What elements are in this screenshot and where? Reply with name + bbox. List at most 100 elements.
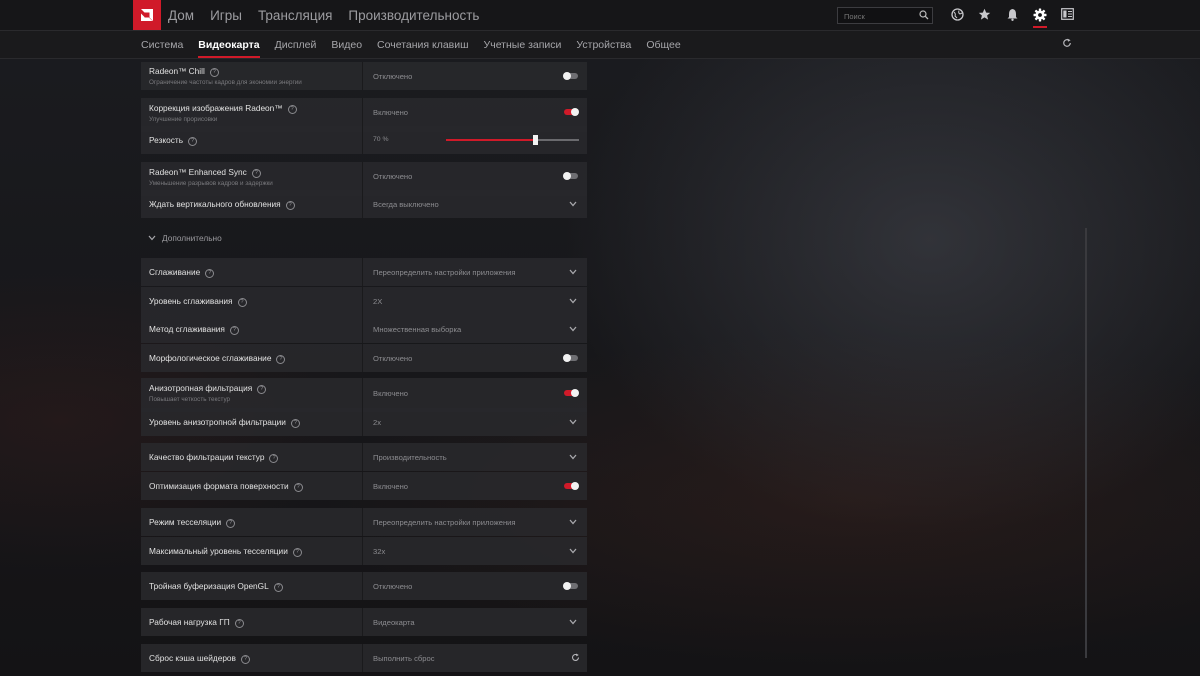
nav-performance[interactable]: Производительность	[348, 8, 479, 23]
help-icon[interactable]: ?	[205, 269, 215, 278]
setting-value[interactable]: Множественная выборка	[373, 325, 461, 334]
help-icon[interactable]: ?	[251, 169, 261, 178]
reset-icon[interactable]	[571, 653, 580, 662]
setting-value[interactable]: 2X	[373, 297, 382, 306]
setting-label: Уровень сглаживания	[149, 296, 233, 306]
enhanced-sync-toggle[interactable]	[563, 172, 578, 180]
setting-row-tessellation-mode[interactable]: Режим тесселяции? Переопределить настрой…	[141, 508, 587, 536]
setting-value[interactable]: Всегда выключено	[373, 200, 439, 209]
help-icon[interactable]: ?	[276, 355, 286, 364]
tab-general[interactable]: Общее	[646, 39, 680, 51]
search-input[interactable]	[842, 9, 916, 24]
setting-row-anisotropic[interactable]: Анизотропная фильтрация? Повышает четкос…	[141, 378, 587, 412]
setting-value: Отключено	[373, 72, 413, 81]
surface-optimization-toggle[interactable]	[564, 482, 579, 490]
help-icon[interactable]: ?	[240, 655, 250, 664]
tab-devices[interactable]: Устройства	[576, 39, 631, 51]
setting-row-tessellation-max[interactable]: Максимальный уровень тесселяции? 32x	[141, 537, 587, 565]
setting-label: Максимальный уровень тесселяции	[149, 546, 288, 556]
tab-video[interactable]: Видео	[331, 39, 362, 51]
chevron-down-icon[interactable]	[569, 419, 577, 425]
setting-row-texture-quality[interactable]: Качество фильтрации текстур? Производите…	[141, 443, 587, 471]
scrollbar[interactable]	[1085, 228, 1087, 658]
gear-icon[interactable]	[1033, 8, 1047, 22]
search-icon[interactable]	[919, 10, 929, 20]
tab-accounts[interactable]: Учетные записи	[484, 39, 562, 51]
nav-home[interactable]: Дом	[168, 8, 194, 23]
amd-logo-icon[interactable]	[133, 0, 161, 30]
setting-row-gpu-workload[interactable]: Рабочая нагрузка ГП? Видеокарта	[141, 608, 587, 636]
chevron-down-icon[interactable]	[569, 519, 577, 525]
tab-hotkeys[interactable]: Сочетания клавиш	[377, 39, 469, 51]
help-icon[interactable]: ?	[290, 419, 300, 428]
setting-description: Уменьшение разрывов кадров и задержки	[149, 180, 273, 187]
setting-value[interactable]: Переопределить настройки приложения	[373, 518, 516, 527]
setting-label: Оптимизация формата поверхности	[149, 481, 289, 491]
bell-icon[interactable]	[1006, 8, 1019, 21]
help-icon[interactable]: ?	[209, 68, 219, 77]
setting-label: Резкость	[149, 135, 184, 145]
setting-value[interactable]: Производительность	[373, 453, 447, 462]
chevron-down-icon[interactable]	[569, 269, 577, 275]
chevron-down-icon[interactable]	[569, 201, 577, 207]
tab-system[interactable]: Система	[141, 39, 183, 51]
chevron-down-icon[interactable]	[569, 326, 577, 332]
nav-streaming[interactable]: Трансляция	[258, 8, 332, 23]
chevron-down-icon[interactable]	[569, 548, 577, 554]
setting-value[interactable]: Переопределить настройки приложения	[373, 268, 516, 277]
shader-cache-reset-link[interactable]: Выполнить сброс	[373, 654, 435, 663]
help-icon[interactable]: ?	[269, 454, 279, 463]
help-icon[interactable]: ?	[287, 105, 297, 114]
setting-value: Отключено	[373, 582, 413, 591]
setting-value[interactable]: 2x	[373, 418, 381, 427]
help-icon[interactable]: ?	[226, 519, 236, 528]
triple-buffering-toggle[interactable]	[563, 582, 578, 590]
setting-label: Тройная буферизация OpenGL	[149, 581, 269, 591]
star-icon[interactable]	[978, 8, 991, 21]
reset-icon[interactable]	[1062, 38, 1072, 48]
chevron-down-icon[interactable]	[569, 298, 577, 304]
setting-row-triple-buffering[interactable]: Тройная буферизация OpenGL? Отключено	[141, 572, 587, 600]
morphological-aa-toggle[interactable]	[563, 354, 578, 362]
help-icon[interactable]: ?	[188, 137, 198, 146]
setting-label: Radeon™ Chill	[149, 66, 205, 76]
setting-row-aniso-level[interactable]: Уровень анизотропной фильтрации? 2x	[141, 408, 587, 436]
setting-row-chill[interactable]: Radeon™ Chill? Ограничение частоты кадро…	[141, 62, 587, 90]
setting-label: Radeon™ Enhanced Sync	[149, 167, 247, 177]
setting-label: Рабочая нагрузка ГП	[149, 617, 230, 627]
setting-label: Сглаживание	[149, 267, 201, 277]
sharpness-slider[interactable]	[446, 135, 579, 145]
setting-row-vsync[interactable]: Ждать вертикального обновления? Всегда в…	[141, 190, 587, 218]
setting-row-surface-optimization[interactable]: Оптимизация формата поверхности? Включен…	[141, 472, 587, 500]
sharpness-slider-thumb[interactable]	[533, 135, 539, 145]
tab-display[interactable]: Дисплей	[275, 39, 317, 51]
nav-games[interactable]: Игры	[210, 8, 242, 23]
help-icon[interactable]: ?	[234, 619, 244, 628]
help-icon[interactable]: ?	[257, 385, 267, 394]
image-sharpening-toggle[interactable]	[564, 108, 579, 116]
chevron-down-icon[interactable]	[569, 454, 577, 460]
search-box[interactable]	[837, 7, 933, 24]
setting-value[interactable]: 32x	[373, 547, 385, 556]
chill-toggle[interactable]	[563, 72, 578, 80]
setting-row-shader-cache[interactable]: Сброс кэша шейдеров? Выполнить сброс	[141, 644, 587, 672]
panel-layout-icon[interactable]	[1061, 8, 1074, 20]
setting-value[interactable]: Видеокарта	[373, 618, 415, 627]
advanced-section-toggle[interactable]: Дополнительно	[148, 233, 222, 243]
help-icon[interactable]: ?	[237, 298, 247, 307]
help-icon[interactable]: ?	[292, 548, 302, 557]
help-icon[interactable]: ?	[285, 201, 295, 210]
setting-row-anti-aliasing[interactable]: Сглаживание? Переопределить настройки пр…	[141, 258, 587, 286]
setting-label: Ждать вертикального обновления	[149, 199, 281, 209]
setting-row-aa-level[interactable]: Уровень сглаживания? 2X	[141, 287, 587, 315]
help-icon[interactable]: ?	[293, 483, 303, 492]
setting-row-aa-method[interactable]: Метод сглаживания? Множественная выборка	[141, 315, 587, 343]
chevron-down-icon[interactable]	[569, 619, 577, 625]
globe-icon[interactable]	[951, 8, 964, 21]
help-icon[interactable]: ?	[229, 326, 239, 335]
setting-row-sharpness[interactable]: Резкость? 70 %	[141, 126, 587, 154]
help-icon[interactable]: ?	[273, 583, 283, 592]
setting-row-morphological-aa[interactable]: Морфологическое сглаживание? Отключено	[141, 344, 587, 372]
anisotropic-toggle[interactable]	[564, 389, 579, 397]
tab-graphics[interactable]: Видеокарта	[198, 39, 260, 58]
